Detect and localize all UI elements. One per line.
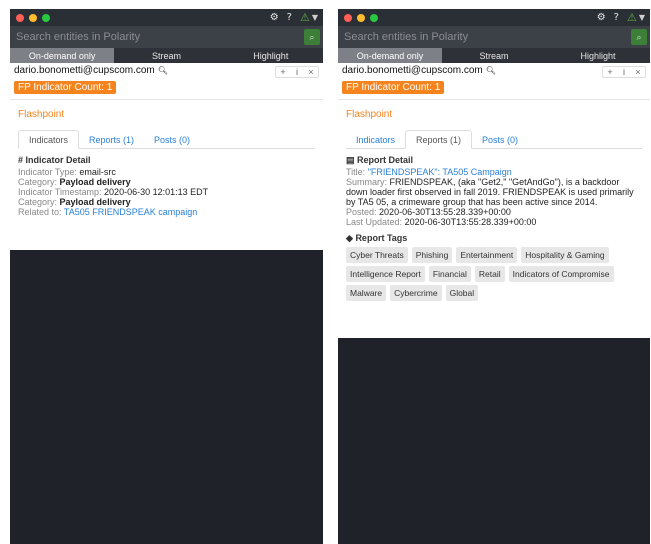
minimize-window-button[interactable] — [29, 14, 37, 22]
tab-reports[interactable]: Reports (1) — [405, 130, 473, 149]
maximize-window-button[interactable] — [42, 14, 50, 22]
close-icon[interactable]: × — [304, 67, 318, 77]
magnifier-icon[interactable]: 🔍︎ — [158, 66, 168, 75]
timestamp-row: Indicator Timestamp: 2020-06-30 12:01:13… — [18, 187, 209, 197]
results-card: dario.bonometti@cupscom.com 🔍︎ + i × FP … — [338, 63, 650, 338]
report-tags: Cyber Threats Phishing Entertainment Hos… — [346, 247, 642, 301]
gear-icon[interactable]: ⚙ — [270, 12, 279, 23]
detail-tabs: Indicators Reports (1) Posts (0) — [346, 130, 642, 149]
chevron-down-icon: ▼ — [638, 13, 645, 22]
title-bar: ⚙ ? ⚠ ▼ — [338, 9, 650, 26]
minimize-window-button[interactable] — [357, 14, 365, 22]
close-window-button[interactable] — [16, 14, 24, 22]
mode-bar: On-demand only Stream Highlight — [10, 48, 323, 63]
question-icon[interactable]: ? — [287, 12, 292, 23]
tag-chip[interactable]: Intelligence Report — [346, 266, 425, 282]
tab-indicators[interactable]: Indicators — [18, 130, 80, 149]
card-controls: + i × — [275, 66, 319, 78]
report-title-link[interactable]: "FRIENDSPEAK": TA505 Campaign — [368, 167, 512, 177]
detail-tabs: Indicators Reports (1) Posts (0) — [18, 130, 315, 149]
maximize-window-button[interactable] — [370, 14, 378, 22]
tab-reports[interactable]: Reports (1) — [79, 130, 144, 149]
tab-posts[interactable]: Posts (0) — [472, 130, 528, 149]
report-detail-heading: ▤ Report Detail — [346, 155, 414, 165]
tag-icon: ◆ — [346, 233, 353, 243]
plus-icon[interactable]: + — [276, 67, 290, 77]
search-bar: ⌕ — [10, 26, 323, 48]
title-bar: ⚙ ? ⚠ ▼ — [10, 9, 323, 26]
mode-tab-highlight[interactable]: Highlight — [546, 48, 650, 63]
related-campaign-link[interactable]: TA505 FRIENDSPEAK campaign — [64, 207, 197, 217]
integration-name[interactable]: Flashpoint — [346, 109, 650, 120]
entity-email[interactable]: dario.bonomet​ti@cupscom.com — [14, 65, 155, 76]
indicator-detail-heading: # Indicator Detail — [18, 155, 91, 165]
info-icon[interactable]: i — [290, 67, 304, 77]
tag-chip[interactable]: Malware — [346, 285, 387, 301]
report-summary-row: Summary: FRIENDSPEAK, (aka "Get2," "GetA… — [346, 177, 634, 207]
search-icon[interactable]: ⌕ — [304, 29, 320, 45]
report-detail: ▤ Report Detail Title: "FRIENDSPEAK": TA… — [338, 149, 650, 301]
tag-chip[interactable]: Indicators of Compromise — [508, 266, 614, 282]
mode-tab-highlight[interactable]: Highlight — [219, 48, 323, 63]
report-updated-row: Last Updated: 2020-06-30T13:55:28.339+00… — [346, 217, 537, 227]
close-window-button[interactable] — [344, 14, 352, 22]
category-row: Category: Payload delivery — [18, 177, 131, 187]
tag-chip[interactable]: Cybercrime — [390, 285, 442, 301]
notifications-dropdown[interactable]: ⚠ ▼ — [627, 11, 645, 24]
question-icon[interactable]: ? — [614, 12, 619, 23]
hashtag-icon: # — [18, 155, 24, 165]
title-icons: ⚙ ? ⚠ ▼ — [597, 11, 645, 24]
related-row: Related to: TA505 FRIENDSPEAK campaign — [18, 207, 198, 217]
title-icons: ⚙ ? ⚠ ▼ — [270, 11, 318, 24]
tag-chip[interactable]: Entertainment — [456, 247, 518, 263]
mode-tab-on-demand[interactable]: On-demand only — [338, 48, 442, 63]
search-input[interactable] — [10, 26, 304, 48]
search-input[interactable] — [338, 26, 631, 48]
category-row: Category: Payload delivery — [18, 197, 131, 207]
gear-icon[interactable]: ⚙ — [597, 12, 606, 23]
indicator-count-badge[interactable]: FP Indicator Count: 1 — [342, 81, 445, 94]
report-title-row: Title: "FRIENDSPEAK": TA505 Campaign — [346, 167, 512, 177]
window-controls — [16, 14, 50, 22]
info-icon[interactable]: i — [617, 67, 631, 77]
tag-chip[interactable]: Financial — [428, 266, 471, 282]
mode-bar: On-demand only Stream Highlight — [338, 48, 650, 63]
window-controls — [344, 14, 378, 22]
mode-tab-on-demand[interactable]: On-demand only — [10, 48, 115, 63]
mode-tab-stream[interactable]: Stream — [442, 48, 546, 63]
divider — [10, 99, 323, 100]
close-icon[interactable]: × — [631, 67, 645, 77]
entity-email[interactable]: dario.bonometti@cupscom.com — [342, 65, 483, 76]
card-controls: + i × — [602, 66, 646, 78]
report-posted-row: Posted: 2020-06-30T13:55:28.339+00:00 — [346, 207, 511, 217]
tab-indicators[interactable]: Indicators — [346, 130, 405, 149]
chevron-down-icon: ▼ — [311, 13, 318, 22]
polarity-window-left: ⚙ ? ⚠ ▼ ⌕ On-demand only Stream Highligh… — [10, 9, 323, 544]
integration-name[interactable]: Flashpoint — [18, 109, 323, 120]
tag-chip[interactable]: Cyber Threats — [346, 247, 408, 263]
plus-icon[interactable]: + — [603, 67, 617, 77]
tag-chip[interactable]: Phishing — [411, 247, 453, 263]
warning-triangle-icon: ⚠ — [626, 11, 637, 24]
polarity-window-right: ⚙ ? ⚠ ▼ ⌕ On-demand only Stream Highligh… — [338, 9, 650, 544]
indicator-count-badge[interactable]: FP Indicator Count: 1 — [14, 81, 117, 94]
magnifier-icon[interactable]: 🔍︎ — [486, 66, 496, 75]
divider — [338, 99, 650, 100]
tag-chip[interactable]: Hospitality & Gaming — [521, 247, 609, 263]
mode-tab-stream[interactable]: Stream — [114, 48, 218, 63]
tag-chip[interactable]: Global — [445, 285, 479, 301]
search-icon[interactable]: ⌕ — [631, 29, 647, 45]
newspaper-icon: ▤ — [346, 155, 355, 165]
search-bar: ⌕ — [338, 26, 650, 48]
report-tags-heading: ◆ Report Tags — [346, 233, 408, 243]
tag-chip[interactable]: Retail — [474, 266, 505, 282]
indicator-type-row: Indicator Type: email-src — [18, 167, 116, 177]
tab-posts[interactable]: Posts (0) — [144, 130, 200, 149]
indicator-detail: # Indicator Detail Indicator Type: email… — [10, 149, 323, 217]
notifications-dropdown[interactable]: ⚠ ▼ — [300, 11, 318, 24]
warning-triangle-icon: ⚠ — [299, 11, 310, 24]
results-card: dario.bonomet​ti@cupscom.com 🔍︎ + i × FP… — [10, 63, 323, 250]
